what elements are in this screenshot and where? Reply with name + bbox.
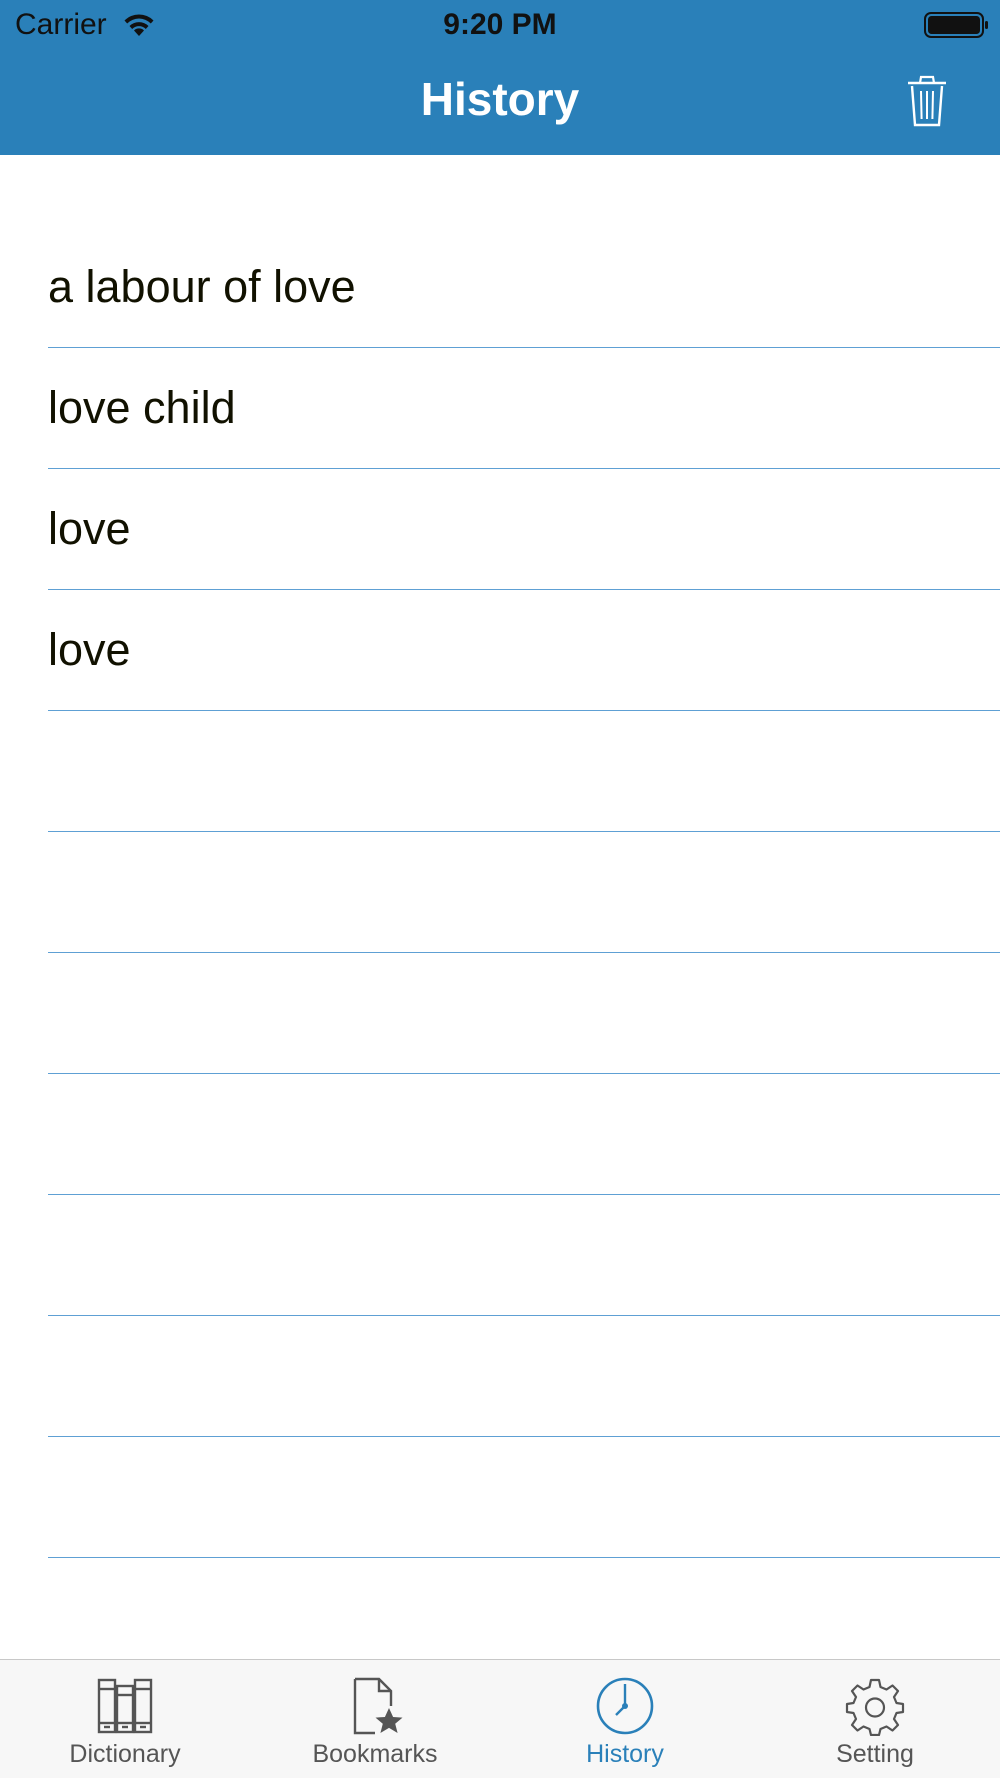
- history-row[interactable]: love child: [0, 348, 1000, 469]
- bookmark-star-icon: [353, 1677, 403, 1735]
- empty-row: [0, 832, 1000, 953]
- empty-row: [0, 1437, 1000, 1558]
- history-row-label: love: [48, 624, 131, 675]
- tab-history[interactable]: History: [500, 1660, 750, 1778]
- page-title: History: [420, 73, 580, 125]
- history-row-label: love child: [48, 382, 236, 433]
- empty-row: [0, 953, 1000, 1074]
- tab-bookmarks[interactable]: Bookmarks: [250, 1660, 500, 1778]
- gear-icon: [845, 1678, 905, 1736]
- tab-bar: Dictionary Bookmarks History Setting: [0, 1659, 1000, 1778]
- clock-icon: [596, 1677, 654, 1735]
- tab-label: Setting: [836, 1740, 914, 1768]
- clock-time: 9:20 PM: [443, 8, 557, 41]
- empty-row: [0, 1195, 1000, 1316]
- tab-label: Dictionary: [69, 1740, 181, 1768]
- empty-row: [0, 1074, 1000, 1195]
- history-row[interactable]: love: [0, 469, 1000, 590]
- empty-row: [0, 711, 1000, 832]
- battery-icon: [924, 12, 988, 38]
- history-row[interactable]: a labour of love: [0, 227, 1000, 348]
- status-bar: Carrier 9:20 PM: [0, 0, 1000, 50]
- clear-history-button[interactable]: [902, 74, 952, 128]
- history-row-label: a labour of love: [48, 261, 356, 312]
- history-list: a labour of love love child love love: [0, 155, 1000, 1660]
- empty-row: [0, 1316, 1000, 1437]
- tab-label: Bookmarks: [312, 1740, 438, 1768]
- row-separator: [48, 1557, 1000, 1558]
- trash-icon: [908, 75, 946, 127]
- tab-dictionary[interactable]: Dictionary: [0, 1660, 250, 1778]
- navigation-header: Carrier 9:20 PM History: [0, 0, 1000, 155]
- tab-label: History: [586, 1740, 664, 1768]
- history-row-label: love: [48, 503, 131, 554]
- books-icon: [97, 1678, 153, 1734]
- history-row[interactable]: love: [0, 590, 1000, 711]
- history-screen: Carrier 9:20 PM History a labour of love…: [0, 0, 1000, 1778]
- tab-setting[interactable]: Setting: [750, 1660, 1000, 1778]
